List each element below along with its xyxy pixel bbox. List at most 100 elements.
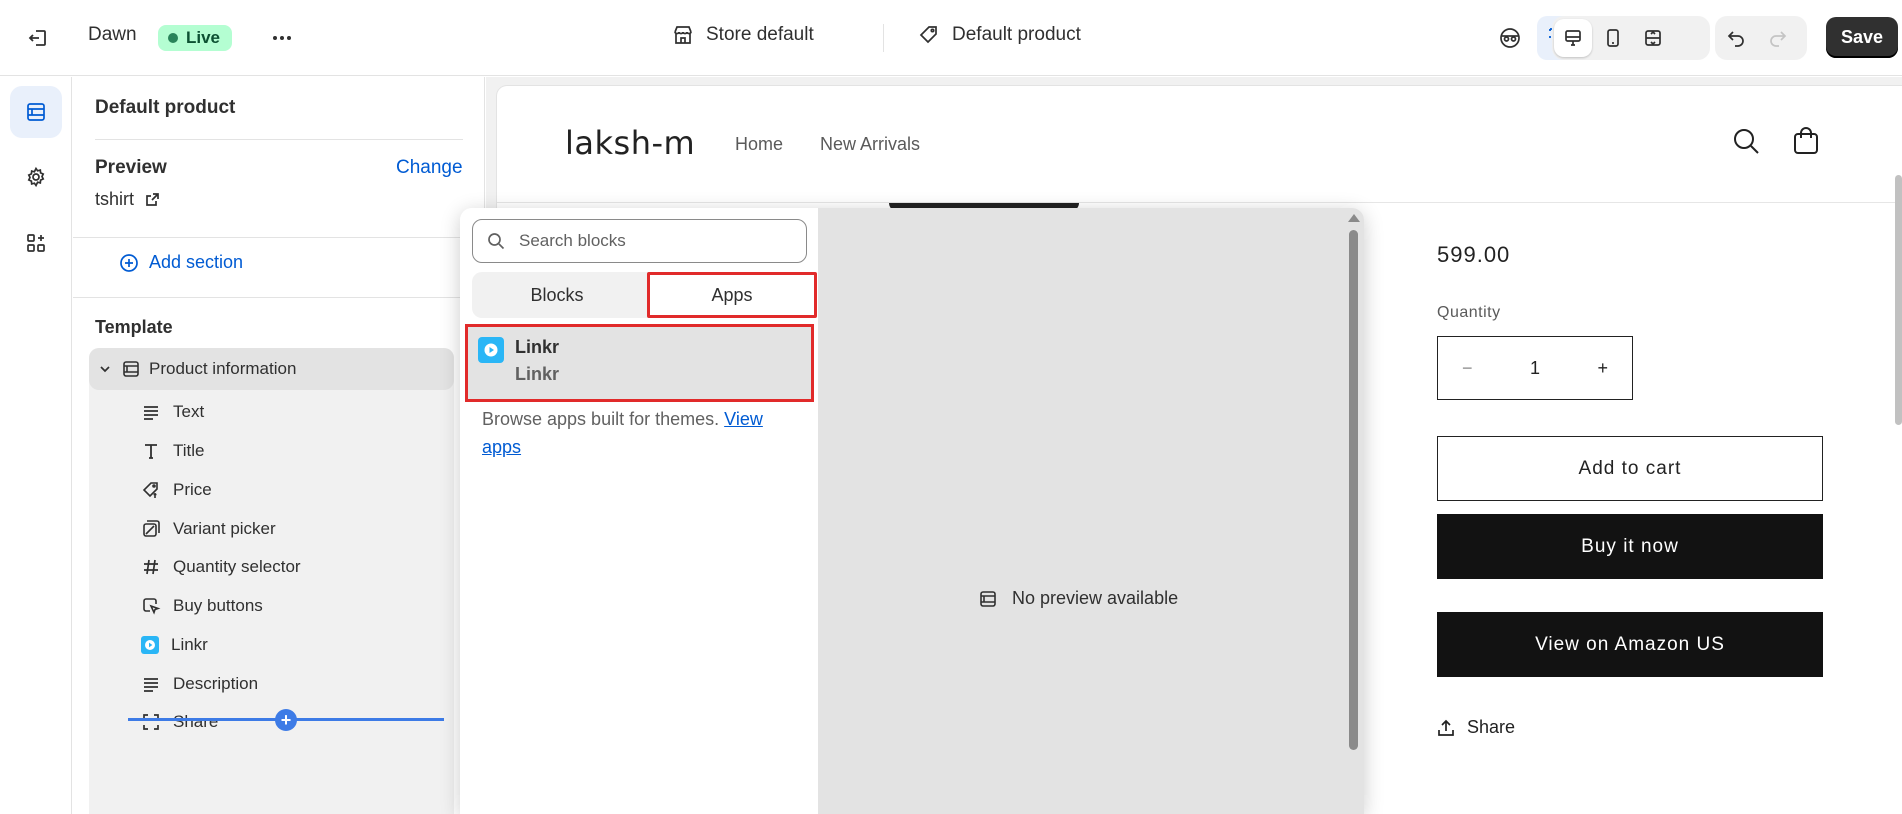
theme-settings-nav-button[interactable] — [10, 151, 62, 203]
tab-apps[interactable]: Apps — [647, 272, 817, 318]
section-product-information[interactable]: Product information — [89, 348, 454, 390]
cursor-icon — [143, 598, 161, 615]
exit-button[interactable] — [18, 18, 58, 58]
block-item-buy-buttons[interactable]: Buy buttons — [141, 591, 263, 621]
undo-button[interactable] — [1717, 19, 1755, 57]
tag-icon — [919, 26, 937, 44]
buy-it-now-button[interactable]: Buy it now — [1437, 514, 1823, 579]
block-item-description[interactable]: Description — [141, 669, 258, 699]
quantity-increase-button[interactable]: + — [1597, 358, 1608, 379]
app-embeds-button[interactable] — [1490, 18, 1530, 58]
redo-button[interactable] — [1759, 19, 1797, 57]
nav-link-home[interactable]: Home — [735, 134, 783, 155]
external-link-icon — [146, 192, 159, 206]
block-preview-pane: No preview available — [818, 208, 1364, 814]
exit-icon — [28, 30, 46, 46]
search-blocks-field[interactable]: Search blocks — [472, 219, 807, 263]
picker-scrollbar[interactable] — [1349, 230, 1358, 750]
block-item-price[interactable]: Price — [141, 475, 212, 505]
left-rail — [0, 77, 72, 814]
block-item-linkr[interactable]: Linkr — [141, 630, 208, 660]
add-section-button[interactable]: Add section — [119, 252, 243, 273]
top-bar: Dawn Live Store default Default product — [0, 0, 1902, 76]
title-icon — [145, 444, 157, 459]
add-to-cart-button[interactable]: Add to cart — [1437, 436, 1823, 501]
save-button[interactable]: Save — [1826, 17, 1898, 58]
upload-share-icon — [1438, 719, 1454, 736]
store-icon — [674, 26, 692, 44]
quantity-input[interactable]: 1 — [1530, 358, 1540, 379]
product-price: 599.00 — [1437, 242, 1511, 267]
sections-icon — [27, 103, 45, 121]
block-label: Share — [173, 712, 219, 731]
section-label: Product information — [149, 359, 297, 378]
block-type-tabs: Blocks Apps — [472, 272, 817, 318]
more-horizontal-icon — [273, 36, 291, 40]
preview-product-link[interactable]: tshirt — [95, 189, 160, 210]
block-item-title[interactable]: Title — [141, 436, 205, 466]
gear-icon — [27, 166, 45, 188]
block-label: Price — [173, 480, 212, 499]
block-item-text[interactable]: Text — [141, 397, 204, 427]
share-frame-icon — [143, 714, 159, 730]
preview-scrollbar[interactable] — [1895, 175, 1902, 425]
block-item-share[interactable]: Share — [141, 707, 218, 737]
search-blocks-placeholder: Search blocks — [519, 231, 626, 250]
editor-sidebar: Default product Preview Change tshirt Ad… — [73, 77, 485, 814]
sections-nav-button[interactable] — [10, 86, 62, 138]
block-item-quantity-selector[interactable]: Quantity selector — [141, 552, 301, 582]
status-badge-label: Live — [186, 28, 221, 47]
quantity-decrease-button[interactable]: − — [1462, 358, 1473, 379]
block-item-variant-picker[interactable]: Variant picker — [141, 514, 276, 544]
view-on-amazon-button[interactable]: View on Amazon US — [1437, 612, 1823, 677]
preview-product-name: tshirt — [95, 189, 135, 209]
undo-icon — [1727, 31, 1744, 47]
cart-icon[interactable] — [1791, 126, 1821, 156]
share-button[interactable]: Share — [1437, 717, 1515, 738]
preview-label: Preview — [95, 157, 167, 178]
section-icon — [123, 361, 139, 377]
search-icon[interactable] — [1731, 126, 1761, 156]
nav-link-new-arrivals[interactable]: New Arrivals — [820, 134, 920, 155]
store-header-divider — [497, 202, 1902, 203]
store-selector[interactable]: Store default — [672, 24, 814, 46]
block-label: Quantity selector — [173, 557, 301, 576]
section-tree: Product information Text Title Price Var… — [89, 348, 454, 814]
template-selector[interactable]: Default product — [918, 24, 1081, 46]
sidebar-divider — [73, 237, 484, 238]
live-dot-icon — [168, 33, 178, 43]
insert-block-plus-icon[interactable]: + — [275, 709, 297, 731]
add-block-popover: Search blocks Blocks Apps Linkr Linkr Br… — [460, 208, 1364, 814]
fullscreen-view-button[interactable] — [1634, 19, 1672, 57]
apps-add-icon — [27, 234, 45, 252]
desktop-icon — [1565, 30, 1581, 46]
topbar-divider — [883, 24, 884, 52]
no-preview-label: No preview available — [1012, 588, 1179, 608]
change-preview-link[interactable]: Change — [396, 157, 463, 179]
add-section-label: Add section — [149, 252, 244, 272]
variant-icon — [143, 520, 160, 537]
text-icon — [144, 678, 158, 692]
status-badge: Live — [158, 25, 233, 51]
expand-icon — [1645, 30, 1661, 46]
app-block-linkr[interactable]: Linkr Linkr — [465, 324, 814, 402]
app-embeds-nav-button[interactable] — [10, 217, 62, 269]
app-block-name: Linkr — [515, 337, 560, 357]
block-label: Description — [173, 674, 259, 693]
mobile-view-button[interactable] — [1594, 19, 1632, 57]
mask-icon — [1500, 28, 1520, 48]
linkr-app-icon — [478, 337, 504, 363]
block-label: Title — [173, 441, 205, 460]
app-block-subtitle: Linkr — [515, 364, 560, 384]
block-list-pane: Search blocks Blocks Apps Linkr Linkr Br… — [460, 208, 818, 814]
more-actions-button[interactable] — [262, 18, 302, 58]
tab-blocks[interactable]: Blocks — [472, 272, 642, 318]
chevron-down-icon[interactable] — [97, 361, 113, 377]
store-logo[interactable]: laksh-m — [565, 124, 695, 162]
block-label: Linkr — [171, 635, 208, 654]
scroll-up-arrow-icon[interactable] — [1348, 214, 1360, 222]
store-selector-label: Store default — [706, 24, 814, 45]
no-preview-message: No preview available — [978, 588, 1178, 609]
desktop-view-button[interactable] — [1554, 19, 1592, 57]
plus-circle-icon — [120, 253, 138, 272]
